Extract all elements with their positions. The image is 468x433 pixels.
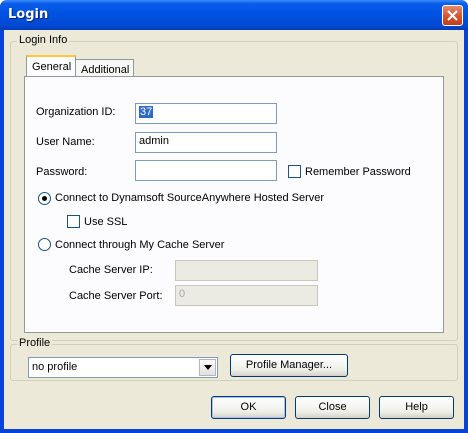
window-title: Login [8,7,49,22]
dialog-body: Login Info General Additional Organizati… [4,30,464,429]
tab-general-label: General [32,61,72,73]
close-button[interactable]: Close [295,396,370,419]
password-label: Password: [36,166,88,178]
cache-server-ip-label: Cache Server IP: [69,264,153,276]
user-name-label: User Name: [36,136,95,148]
connect-hosted-radio[interactable] [38,192,51,205]
profile-manager-button[interactable]: Profile Manager... [230,354,348,377]
profile-legend: Profile [17,337,53,349]
user-name-value: admin [139,135,169,147]
organization-id-label: Organization ID: [36,106,116,118]
help-label: Help [405,401,428,413]
user-name-input[interactable]: admin [135,132,277,153]
cache-server-port-input[interactable]: 0 [175,285,318,306]
login-dialog: Login Login Info General Additional Orga… [0,0,468,433]
connect-cache-radio[interactable] [38,238,51,251]
organization-id-input[interactable]: 37 [135,103,277,124]
close-label: Close [318,401,347,413]
profile-selected-value: no profile [32,361,78,373]
cache-server-ip-input[interactable] [175,260,318,281]
use-ssl-label[interactable]: Use SSL [84,216,127,228]
title-bar[interactable]: Login [0,0,468,30]
login-info-legend: Login Info [17,34,70,46]
remember-password-checkbox[interactable] [288,165,301,178]
cache-server-port-label: Cache Server Port: [69,290,163,302]
profile-dropdown-button[interactable] [199,359,216,376]
use-ssl-checkbox[interactable] [67,215,80,228]
password-input[interactable] [135,160,277,181]
window-close-button[interactable] [442,5,463,26]
connect-cache-label[interactable]: Connect through My Cache Server [55,239,224,251]
help-button[interactable]: Help [379,396,454,419]
tab-additional-label: Additional [81,64,130,76]
ok-label: OK [240,401,257,413]
organization-id-value: 37 [139,106,154,118]
ok-button[interactable]: OK [211,396,286,419]
profile-manager-label: Profile Manager... [245,359,333,371]
profile-select[interactable]: no profile [28,357,218,378]
connect-hosted-label[interactable]: Connect to Dynamsoft SourceAnywhere Host… [55,192,324,204]
remember-password-label[interactable]: Remember Password [305,166,411,178]
cache-server-port-value: 0 [179,288,186,300]
